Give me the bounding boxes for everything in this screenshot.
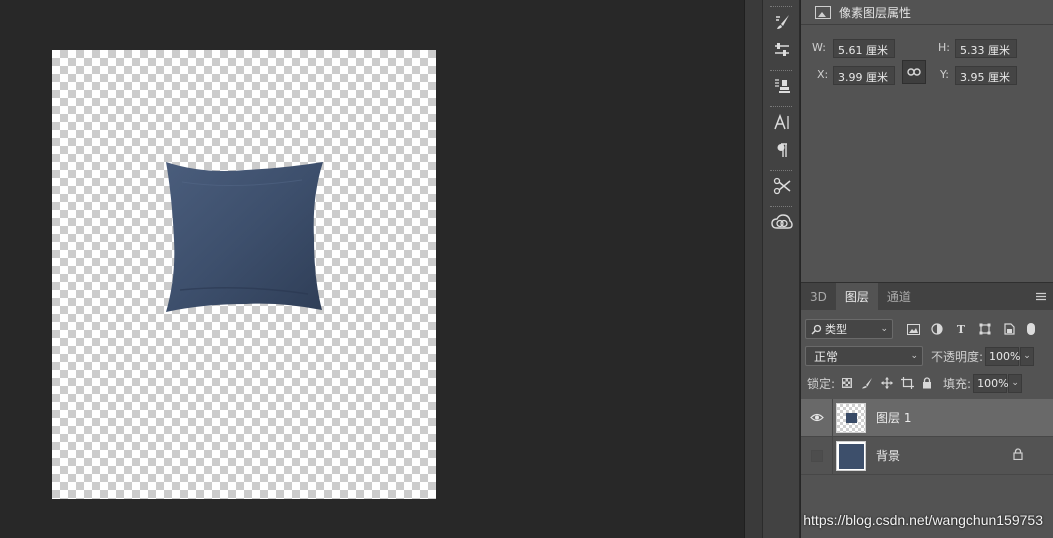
lock-image-icon[interactable]: [857, 374, 877, 392]
panel-icon-strip: [762, 0, 800, 538]
paragraph-icon[interactable]: [763, 136, 801, 164]
layer-thumbnail: [836, 402, 866, 433]
filter-toggle[interactable]: [1027, 323, 1035, 335]
opacity-field[interactable]: 100%: [985, 346, 1021, 366]
properties-header: 像素图层属性: [801, 0, 1053, 24]
shape-filter-icon[interactable]: [975, 320, 995, 338]
pixel-layer-icon: [815, 5, 831, 19]
document-canvas[interactable]: [52, 50, 436, 499]
layer-filter-row: 类型 ⌄ T: [805, 318, 1049, 340]
x-field[interactable]: 3.99 厘米: [833, 66, 895, 85]
fill-label: 填充:: [943, 376, 972, 391]
lock-icon[interactable]: [1013, 448, 1023, 463]
properties-body: W: 5.61 厘米 H: 5.33 厘米 X: 3.99 厘米 Y: 3.95…: [801, 24, 1053, 278]
height-field[interactable]: 5.33 厘米: [955, 39, 1017, 58]
hidden-visibility-box: [810, 449, 823, 462]
panel-gutter: [744, 0, 762, 538]
lock-label: 锁定:: [807, 376, 836, 391]
layer-name[interactable]: 背景: [876, 447, 900, 464]
character-icon[interactable]: [763, 108, 801, 136]
chevron-down-icon: ⌄: [880, 324, 888, 334]
y-field[interactable]: 3.95 厘米: [955, 66, 1017, 85]
opacity-label: 不透明度:: [931, 349, 984, 364]
right-panels: 像素图层属性 W: 5.61 厘米 H: 5.33 厘米 X: 3.99 厘米 …: [801, 0, 1053, 538]
width-field[interactable]: 5.61 厘米: [833, 39, 895, 58]
lock-all-icon[interactable]: [917, 374, 937, 392]
pillow-image: [166, 162, 323, 312]
visibility-toggle[interactable]: [801, 398, 833, 437]
width-label: W:: [812, 41, 826, 54]
chevron-down-icon: ⌄: [910, 351, 918, 361]
tool-presets-icon[interactable]: [763, 172, 801, 200]
layer-thumbnail: [836, 440, 866, 471]
fill-field[interactable]: 100%: [973, 373, 1009, 393]
filter-type-label: 类型: [825, 323, 847, 336]
layer-row-layer1[interactable]: 图层 1: [801, 398, 1053, 437]
panel-menu-icon[interactable]: [1029, 283, 1053, 310]
eye-icon: [809, 413, 824, 422]
tab-layers[interactable]: 图层: [835, 283, 878, 310]
pixel-filter-icon[interactable]: [903, 320, 923, 338]
creative-cloud-icon[interactable]: [763, 208, 801, 236]
blend-mode-select[interactable]: 正常 ⌄: [805, 346, 923, 366]
watermark-text: https://blog.csdn.net/wangchun159753: [803, 512, 1043, 528]
lock-position-icon[interactable]: [877, 374, 897, 392]
tab-3d[interactable]: 3D: [801, 283, 836, 310]
properties-title: 像素图层属性: [839, 5, 912, 20]
lock-transparent-icon[interactable]: [837, 374, 857, 392]
clone-source-icon[interactable]: [763, 72, 801, 100]
type-filter-icon[interactable]: T: [951, 320, 971, 338]
lock-artboard-icon[interactable]: [897, 374, 917, 392]
height-label: H:: [938, 41, 950, 54]
layer-row-background[interactable]: 背景: [801, 436, 1053, 475]
layers-tab-bar: 3D 图层 通道: [801, 282, 1053, 310]
link-icon: [907, 68, 921, 76]
adjustment-filter-icon[interactable]: [927, 320, 947, 338]
blend-mode-row: 正常 ⌄ 不透明度: 100% ⌄: [805, 345, 1049, 367]
adjust-sliders-icon[interactable]: [763, 36, 801, 64]
blend-mode-value: 正常: [814, 349, 839, 364]
opacity-dropdown-icon[interactable]: ⌄: [1020, 346, 1035, 366]
filter-type-select[interactable]: 类型 ⌄: [805, 319, 893, 339]
search-icon: [811, 324, 822, 334]
y-label: Y:: [940, 68, 949, 81]
brush-presets-icon[interactable]: [763, 8, 801, 36]
fill-dropdown-icon[interactable]: ⌄: [1008, 373, 1023, 393]
visibility-toggle[interactable]: [801, 436, 833, 475]
smart-object-filter-icon[interactable]: [999, 320, 1019, 338]
layer-name[interactable]: 图层 1: [876, 409, 911, 426]
canvas-workspace[interactable]: [0, 0, 744, 538]
lock-row: 锁定: 填充: 100% ⌄: [807, 372, 1051, 394]
link-dimensions-button[interactable]: [902, 60, 926, 84]
tab-channels[interactable]: 通道: [878, 283, 920, 310]
x-label: X:: [817, 68, 829, 81]
